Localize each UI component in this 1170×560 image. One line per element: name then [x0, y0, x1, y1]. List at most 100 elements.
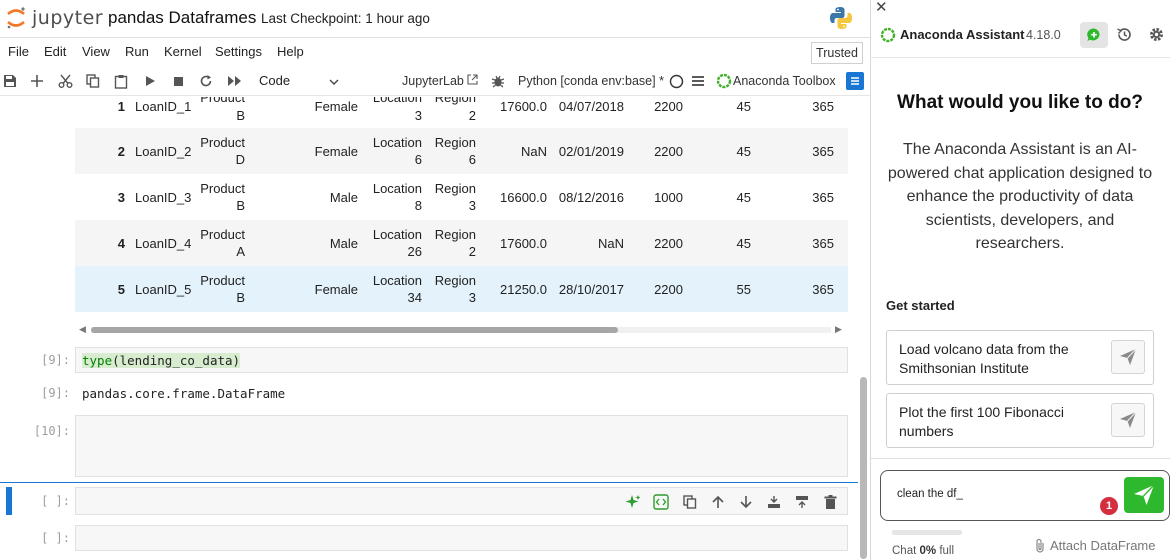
- region-line-1: Region: [434, 273, 476, 288]
- region-line-1: Region: [434, 97, 476, 105]
- dataframe-table: 1 LoanID_1 Product B Female Location 3 R…: [75, 97, 848, 313]
- menu-kernel[interactable]: Kernel: [164, 44, 202, 59]
- region-line-2: 2: [468, 108, 476, 123]
- toggle-sidebar-icon[interactable]: [846, 72, 864, 90]
- col-9: 45: [736, 190, 751, 205]
- run-cell-icon[interactable]: [141, 72, 159, 90]
- add-cell-icon[interactable]: [28, 72, 46, 90]
- col-10: 365: [812, 282, 834, 297]
- col-10: 365: [812, 236, 834, 251]
- chat-quota-bar: [892, 530, 962, 535]
- code-snippet-icon[interactable]: [652, 493, 670, 511]
- debugger-bug-icon[interactable]: [489, 72, 507, 90]
- menu-settings[interactable]: Settings: [215, 44, 262, 59]
- code-cell-input[interactable]: [75, 525, 848, 551]
- suggestion-send-button[interactable]: [1111, 403, 1145, 437]
- location-line-2: 34: [407, 290, 422, 305]
- insert-cell-below-icon[interactable]: [793, 493, 811, 511]
- chat-input-text: clean the df_: [897, 488, 963, 500]
- product-line-2: B: [236, 198, 245, 213]
- notebook-vertical-scrollbar[interactable]: [856, 97, 870, 560]
- restart-kernel-icon[interactable]: [197, 72, 215, 90]
- product-line-1: Product: [200, 97, 245, 105]
- jupyter-logo[interactable]: jupyter: [6, 5, 103, 31]
- suggestion-card[interactable]: Plot the first 100 Fibonacci numbers: [886, 393, 1154, 448]
- duplicate-cell-icon[interactable]: [681, 493, 699, 511]
- run-all-icon[interactable]: [225, 72, 243, 90]
- ai-sparkle-icon[interactable]: [624, 493, 642, 511]
- anaconda-toolbox-button[interactable]: Anaconda Toolbox: [733, 74, 836, 88]
- scrollbar-thumb[interactable]: [91, 327, 618, 333]
- menu-run[interactable]: Run: [125, 44, 149, 59]
- notebook-title[interactable]: pandas Dataframes: [108, 8, 256, 28]
- suggestion-card[interactable]: Load volcano data from the Smithsonian I…: [886, 330, 1154, 385]
- gear-icon[interactable]: [1148, 26, 1165, 48]
- send-message-button[interactable]: [1124, 477, 1164, 513]
- new-chat-icon[interactable]: [1080, 22, 1108, 48]
- location-line-1: Location: [372, 97, 422, 105]
- external-link-icon: [467, 74, 478, 85]
- active-code-cell-input[interactable]: [75, 487, 848, 515]
- code-cell-input[interactable]: type(lending_co_data): [75, 347, 848, 373]
- table-row: 2 LoanID_2 Product D Female Location 6 R…: [75, 128, 848, 174]
- menu-lines-icon[interactable]: [689, 72, 707, 90]
- move-cell-down-icon[interactable]: [737, 493, 755, 511]
- move-cell-up-icon[interactable]: [709, 493, 727, 511]
- col-9: 55: [736, 282, 751, 297]
- loan-id: LoanID_4: [135, 236, 192, 251]
- cell-type-select[interactable]: Code: [259, 73, 290, 88]
- cell-prompt: [ ]:: [41, 494, 70, 508]
- insert-cell-above-icon[interactable]: [765, 493, 783, 511]
- loan-amount: 21250.0: [500, 282, 547, 297]
- loan-id: LoanID_1: [135, 99, 192, 114]
- scrollbar-thumb[interactable]: [860, 377, 867, 559]
- notebook-area: 1 LoanID_1 Product B Female Location 3 R…: [0, 97, 870, 560]
- loan-amount: NaN: [520, 144, 547, 159]
- active-cell-indicator[interactable]: [6, 487, 12, 515]
- location-line-2: 8: [414, 198, 422, 213]
- col-9: 45: [736, 144, 751, 159]
- menu-view[interactable]: View: [82, 44, 110, 59]
- save-icon[interactable]: [1, 72, 19, 90]
- region-line-2: 3: [468, 198, 476, 213]
- col-8: 1000: [654, 190, 683, 205]
- region-line-2: 2: [468, 244, 476, 259]
- loan-amount: 17600.0: [500, 236, 547, 251]
- trusted-indicator[interactable]: Trusted: [811, 42, 863, 64]
- delete-cell-icon[interactable]: [821, 493, 839, 511]
- anaconda-ring-icon[interactable]: [715, 72, 733, 90]
- suggestion-text: Plot the first 100 Fibonacci numbers: [899, 404, 1064, 439]
- open-jupyterlab-link[interactable]: JupyterLab: [402, 74, 478, 88]
- history-icon[interactable]: [1116, 26, 1133, 48]
- copy-icon[interactable]: [84, 72, 102, 90]
- menu-help[interactable]: Help: [277, 44, 304, 59]
- region-line-1: Region: [434, 227, 476, 242]
- kernel-name[interactable]: Python [conda env:base] *: [518, 74, 664, 88]
- assistant-version: 4.18.0: [1026, 28, 1061, 42]
- paste-icon[interactable]: [112, 72, 130, 90]
- code-cell-input[interactable]: [75, 415, 848, 477]
- menu-file[interactable]: File: [8, 44, 29, 59]
- cell-prompt: [ ]:: [41, 531, 70, 545]
- close-panel-icon[interactable]: ✕: [875, 0, 888, 16]
- scroll-left-icon[interactable]: ◀: [79, 324, 86, 335]
- notification-badge: 1: [1100, 497, 1118, 515]
- region-line-1: Region: [434, 135, 476, 150]
- col-10: 365: [812, 190, 834, 205]
- kernel-status-idle-icon: [667, 72, 685, 90]
- table-row: 3 LoanID_3 Product B Male Location 8 Reg…: [75, 174, 848, 220]
- anaconda-ring-icon: [880, 27, 896, 48]
- loan-date: 04/07/2018: [558, 99, 624, 114]
- product-line-2: B: [236, 108, 245, 123]
- cut-icon[interactable]: [56, 72, 74, 90]
- chevron-down-icon[interactable]: [328, 73, 340, 91]
- send-icon: [1120, 348, 1137, 365]
- menu-edit[interactable]: Edit: [44, 44, 66, 59]
- suggestion-send-button[interactable]: [1111, 340, 1145, 374]
- col-10: 365: [812, 144, 834, 159]
- output-horizontal-scrollbar[interactable]: ◀ ▶: [75, 324, 848, 336]
- location-line-2: 3: [414, 108, 422, 123]
- attach-dataframe-button[interactable]: Attach DataFrame: [1034, 538, 1156, 553]
- scroll-right-icon[interactable]: ▶: [835, 324, 842, 335]
- interrupt-kernel-icon[interactable]: [169, 72, 187, 90]
